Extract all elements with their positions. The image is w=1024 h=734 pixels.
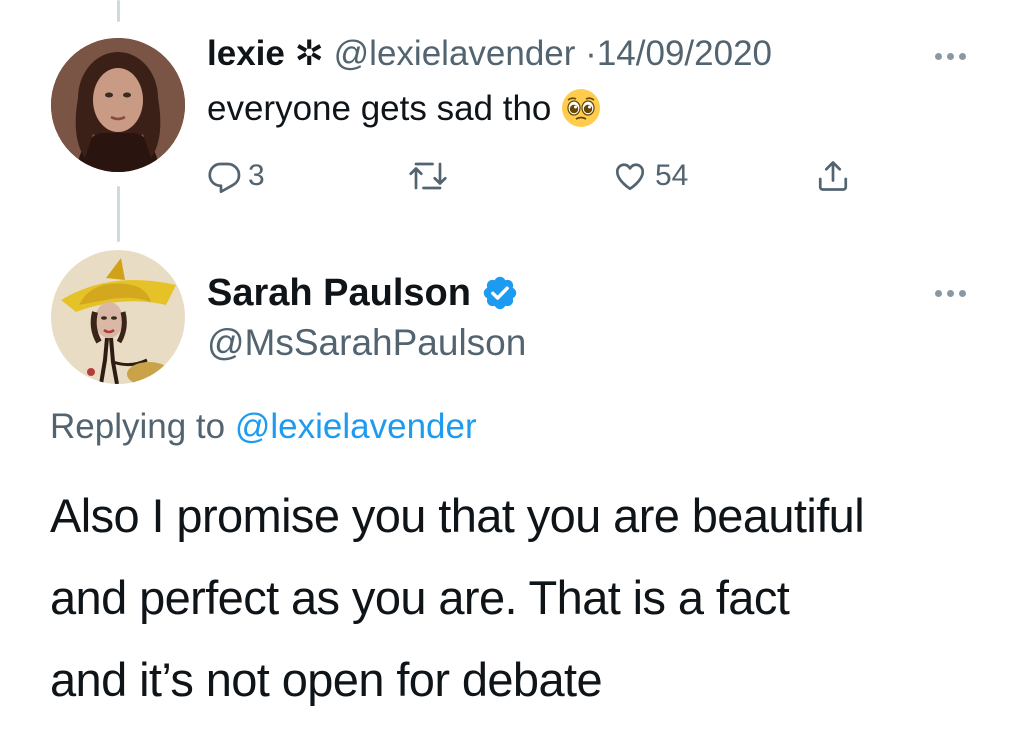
thread-line-top xyxy=(117,0,120,22)
replying-to-mention-link[interactable]: @lexielavender xyxy=(235,407,477,446)
like-button[interactable]: 54 xyxy=(611,158,688,194)
more-options-icon[interactable] xyxy=(935,290,966,297)
reply-header: Sarah Paulson xyxy=(207,270,519,316)
reply-button[interactable]: 3 xyxy=(206,158,265,194)
avatar[interactable] xyxy=(51,38,185,172)
more-options-icon[interactable] xyxy=(935,53,966,60)
reply-count: 3 xyxy=(248,159,265,192)
tweet-text-content: everyone gets sad tho xyxy=(207,89,552,128)
separator: · xyxy=(585,34,597,73)
verified-badge-icon xyxy=(483,276,517,310)
replying-to: Replying to @lexielavender xyxy=(50,404,477,450)
share-icon xyxy=(818,161,848,191)
illustrated-portrait-icon xyxy=(51,250,185,384)
heart-icon xyxy=(615,163,645,191)
display-name[interactable]: lexie xyxy=(207,34,285,73)
like-count: 54 xyxy=(655,159,689,192)
timestamp[interactable]: 14/09/2020 xyxy=(597,34,772,73)
reply-text-line: Also I promise you that you are beautifu… xyxy=(50,489,865,542)
handle[interactable]: @MsSarahPaulson xyxy=(207,320,526,366)
name-symbol: ✲ xyxy=(294,34,324,73)
handle[interactable]: @lexielavender xyxy=(334,34,576,73)
reply-icon xyxy=(208,162,241,194)
tweet-header: lexie ✲ @lexielavender ·14/09/2020 xyxy=(207,32,772,76)
display-name[interactable]: Sarah Paulson xyxy=(207,270,471,316)
reply-text-line: and it’s not open for debate xyxy=(50,653,603,706)
profile-photo-icon xyxy=(51,38,185,172)
reply-text-line: and perfect as you are. That is a fact xyxy=(50,571,790,624)
replying-prefix: Replying to xyxy=(50,407,226,446)
retweet-button[interactable] xyxy=(408,158,454,194)
share-button[interactable] xyxy=(815,158,851,194)
tweet-text: everyone gets sad tho xyxy=(207,86,601,140)
retweet-icon xyxy=(409,162,447,190)
reply-text: Also I promise you that you are beautifu… xyxy=(50,475,1010,721)
thread-line-connector xyxy=(117,186,120,242)
pleading-face-emoji-icon xyxy=(561,88,601,140)
avatar[interactable] xyxy=(51,250,185,384)
